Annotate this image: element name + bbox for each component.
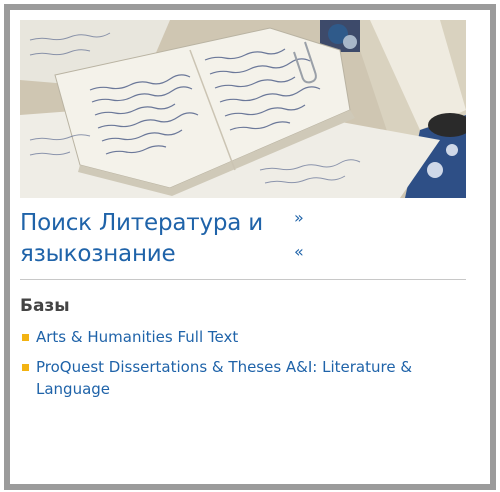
database-list: Arts & Humanities Full Text ProQuest Dis… [20,326,460,408]
divider [20,279,466,280]
list-item: ProQuest Dissertations & Theses A&I: Lit… [20,356,460,400]
database-link[interactable]: ProQuest Dissertations & Theses A&I: Lit… [36,358,412,398]
database-link[interactable]: Arts & Humanities Full Text [36,328,238,346]
databases-heading: Базы [20,296,70,316]
list-item: Arts & Humanities Full Text [20,326,460,348]
header-image [20,20,466,198]
bullet-icon [22,364,29,371]
page-title: Поиск Литература и языкознание [20,208,290,270]
page-title-block: Поиск Литература и языкознание » « [20,208,466,270]
bullet-icon [22,334,29,341]
page-title-link[interactable]: Поиск Литература и языкознание [20,210,263,267]
expand-chevron-icon[interactable]: » [294,210,304,226]
collapse-chevron-icon[interactable]: « [294,244,304,260]
